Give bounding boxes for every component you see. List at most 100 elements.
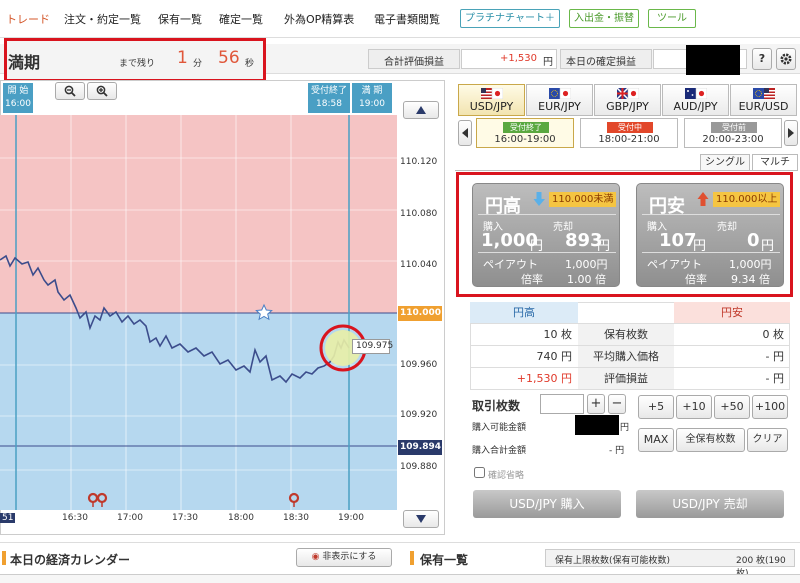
nav-settlement[interactable]: 外為OP精算表 — [284, 11, 354, 27]
avg-price-low: - 円 — [674, 346, 790, 368]
pair-label: AUD/JPY — [673, 100, 718, 113]
start-time: 16:00 — [5, 99, 31, 109]
current-price-tag: 109.975 — [352, 339, 393, 354]
zoom-in-button[interactable] — [87, 82, 117, 100]
calendar-title: 本日の経済カレンダー — [10, 553, 131, 567]
expiry-marker: 満 期 19:00 — [352, 83, 392, 113]
pnl-unit: 円 — [543, 57, 553, 68]
us-jp-flag-icon — [480, 88, 503, 99]
divider — [642, 252, 780, 253]
header-spacer — [578, 302, 674, 324]
pair-tab-audjpy[interactable]: AUD/JPY — [662, 84, 729, 116]
qty-minus-button[interactable]: − — [608, 394, 626, 414]
payout-label: ペイアウト — [647, 258, 702, 271]
pair-tab-eurusd[interactable]: EUR/USD — [730, 84, 797, 116]
hide-calendar-label: 非表示にする — [322, 552, 377, 562]
sec-unit: 秒 — [245, 59, 255, 69]
x-tick-label: 18:00 — [228, 513, 254, 523]
qty-label: 取引枚数 — [472, 399, 521, 413]
pair-label: USD/JPY — [469, 100, 514, 113]
total-label: 購入合計金額 — [472, 446, 527, 456]
nav-documents[interactable]: 電子書類閲覧 — [374, 11, 440, 27]
held-qty-low: 0 枚 — [674, 324, 790, 346]
y-tick-label: 110.040 — [400, 260, 438, 270]
redacted-block — [686, 45, 740, 75]
sell-button[interactable]: USD/JPY 売却 — [636, 490, 784, 518]
clear-button[interactable]: クリア — [747, 428, 788, 452]
session-tab-3[interactable]: 受付前 20:00-23:00 — [684, 118, 782, 148]
top-nav: トレード 注文・約定一覧 保有一覧 確定一覧 外為OP精算表 電子書類閲覧 プラ… — [0, 0, 800, 38]
sell-price: 0 — [747, 230, 760, 251]
quick-plus50-button[interactable]: +50 — [714, 395, 750, 419]
low-header: 円安 — [674, 302, 790, 324]
held-qty-high: 10 枚 — [470, 324, 578, 346]
pair-tab-eurjpy[interactable]: EUR/JPY — [526, 84, 593, 116]
nav-trade[interactable]: トレード — [6, 11, 50, 27]
x-tick-label: 19:00 — [338, 513, 364, 523]
y-tick-label: 110.120 — [400, 157, 438, 167]
gear-icon — [780, 53, 792, 65]
option-card-yen-high[interactable]: 円高 110.000未満 購入 売却 1,000 円 893 円 ペイアウト 1… — [472, 183, 620, 287]
pair-tab-gbpjpy[interactable]: GBP/JPY — [594, 84, 661, 116]
session-tab-2[interactable]: 受付中 18:00-21:00 — [580, 118, 678, 148]
session-status-closed: 受付終了 — [503, 122, 549, 133]
skip-confirm-checkbox[interactable] — [474, 467, 485, 478]
pin-icon: ◉ — [311, 552, 320, 562]
quick-plus5-button[interactable]: +5 — [638, 395, 674, 419]
eval-pnl-high: +1,530 円 — [470, 368, 578, 390]
confirmed-label: 本日の確定損益 — [566, 57, 636, 68]
max-button[interactable]: MAX — [638, 428, 674, 452]
option-card-yen-low[interactable]: 円安 110.000以上 購入 売却 107 円 0 円 ペイアウト 1,000… — [636, 183, 784, 287]
nav-orders[interactable]: 注文・約定一覧 — [64, 11, 141, 27]
skip-confirm-label: 確認省略 — [488, 471, 525, 481]
eu-jp-flag-icon — [548, 88, 571, 99]
all-holdings-button[interactable]: 全保有枚数 — [676, 428, 745, 452]
scroll-up-button[interactable] — [403, 101, 439, 119]
y-tick-label: 110.080 — [400, 209, 438, 219]
qty-plus-button[interactable]: + — [587, 394, 605, 414]
hide-calendar-button[interactable]: ◉ 非表示にする — [296, 548, 392, 567]
platinum-chart-button[interactable]: プラチナチャート＋ — [460, 9, 560, 28]
quick-plus10-button[interactable]: +10 — [676, 395, 712, 419]
option-condition: 110.000以上 — [713, 192, 781, 207]
session-time: 16:00-19:00 — [494, 134, 556, 145]
avg-price-label: 平均購入価格 — [578, 346, 674, 368]
triangle-down-icon — [416, 515, 426, 523]
nav-holdings[interactable]: 保有一覧 — [158, 11, 202, 27]
y-tick-label: 109.920 — [400, 410, 438, 420]
remain-prefix: まで残り — [119, 59, 156, 69]
tab-multi[interactable]: マルチ — [752, 154, 798, 171]
quick-plus100-button[interactable]: +100 — [752, 395, 788, 419]
total-value: - 円 — [609, 446, 625, 456]
buy-button[interactable]: USD/JPY 購入 — [473, 490, 621, 518]
settings-button[interactable] — [776, 48, 796, 70]
eval-pnl-label: 評価損益 — [578, 368, 674, 390]
pair-tab-usdjpy[interactable]: USD/JPY — [458, 84, 525, 116]
arrow-down-icon — [533, 192, 545, 206]
rate-label: 倍率 — [521, 273, 543, 286]
divider — [478, 252, 616, 253]
pnl-value: +1,530 — [500, 53, 538, 64]
session-tab-1[interactable]: 受付終了 16:00-19:00 — [476, 118, 574, 148]
qty-input[interactable] — [540, 394, 584, 414]
avail-unit: 円 — [620, 423, 630, 433]
tab-single[interactable]: シングル — [700, 154, 750, 171]
scroll-down-button[interactable] — [403, 510, 439, 528]
close-time: 18:58 — [316, 99, 342, 109]
rate-value: 9.34 倍 — [731, 273, 770, 286]
nav-confirmed[interactable]: 確定一覧 — [219, 11, 263, 27]
session-prev-button[interactable] — [458, 120, 472, 146]
divider — [478, 214, 616, 215]
holding-limit-label: 保有上限枚数(保有可能枚数) — [555, 556, 671, 566]
deposit-button[interactable]: 入出金・振替 — [569, 9, 639, 28]
session-time: 20:00-23:00 — [702, 134, 764, 145]
session-next-button[interactable] — [784, 120, 798, 146]
y-tick-label: 109.880 — [400, 462, 438, 472]
zoom-out-button[interactable] — [55, 82, 85, 100]
buy-price: 107 — [659, 230, 697, 251]
chevron-left-icon — [462, 128, 468, 138]
x-tick-label: 18:30 — [283, 513, 309, 523]
tools-button[interactable]: ツール — [648, 9, 696, 28]
help-button[interactable]: ? — [752, 48, 772, 70]
pair-label: GBP/JPY — [606, 100, 649, 113]
